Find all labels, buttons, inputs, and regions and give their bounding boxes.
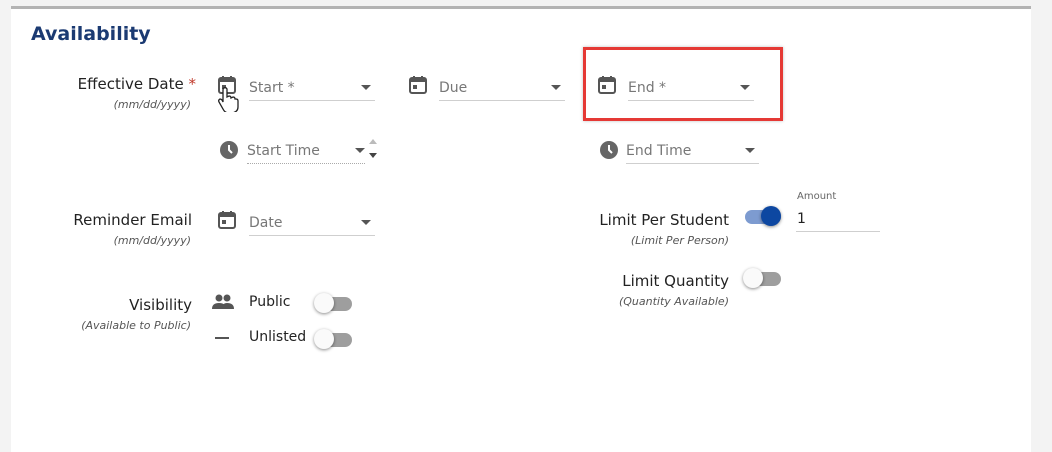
amount-input[interactable]: 1 [796, 208, 880, 232]
unlisted-toggle[interactable] [314, 329, 352, 349]
chevron-down-icon[interactable] [355, 148, 365, 153]
availability-panel: Availability Effective Date * (mm/dd/yyy… [11, 6, 1031, 452]
public-toggle[interactable] [314, 293, 352, 313]
calendar-icon[interactable] [408, 75, 428, 99]
amount-label: Amount [797, 191, 837, 202]
section-title: Availability [31, 23, 151, 45]
effective-date-format-hint: (mm/dd/yyyy) [113, 98, 191, 111]
limit-quantity-hint: (Quantity Available) [618, 295, 729, 308]
amount-value: 1 [797, 211, 806, 227]
limit-quantity-toggle[interactable] [743, 268, 781, 288]
end-time-field[interactable]: End Time [626, 140, 759, 164]
highlight-box [583, 47, 783, 121]
visibility-public-label: Public [249, 294, 291, 310]
clock-icon [599, 140, 619, 164]
effective-date-label: Effective Date * [78, 75, 196, 93]
visibility-hint: (Available to Public) [81, 319, 191, 332]
limit-quantity-label: Limit Quantity [622, 272, 729, 290]
start-time-field[interactable]: Start Time [247, 140, 365, 164]
reminder-email-format-hint: (mm/dd/yyyy) [113, 234, 191, 247]
end-time-placeholder: End Time [626, 143, 692, 159]
toggle-knob [314, 329, 334, 349]
people-icon [211, 294, 235, 314]
toggle-knob [761, 206, 781, 226]
calendar-icon[interactable] [217, 210, 237, 234]
dash-icon [215, 337, 229, 339]
effective-date-label-text: Effective Date [77, 75, 184, 93]
toggle-knob [743, 268, 763, 288]
due-date-placeholder: Due [439, 80, 468, 96]
hand-cursor-icon [217, 86, 239, 116]
clock-icon [219, 140, 239, 164]
reminder-email-label: Reminder Email [73, 211, 192, 229]
toggle-knob [314, 293, 334, 313]
required-mark: * [188, 75, 197, 93]
visibility-label: Visibility [129, 296, 192, 314]
chevron-down-icon[interactable] [361, 85, 371, 90]
limit-per-student-hint: (Limit Per Person) [630, 234, 729, 247]
chevron-down-icon[interactable] [745, 148, 755, 153]
reminder-date-placeholder: Date [249, 215, 283, 231]
due-date-field[interactable]: Due [439, 77, 565, 101]
chevron-down-icon[interactable] [551, 85, 561, 90]
visibility-unlisted-label: Unlisted [249, 329, 307, 345]
time-spinner[interactable] [367, 135, 379, 165]
reminder-date-field[interactable]: Date [249, 212, 375, 236]
limit-per-student-label: Limit Per Student [599, 211, 729, 229]
start-time-placeholder: Start Time [247, 143, 320, 159]
chevron-down-icon[interactable] [361, 220, 371, 225]
start-date-field[interactable]: Start * [249, 77, 375, 101]
limit-per-student-toggle[interactable] [745, 206, 781, 226]
start-date-placeholder: Start * [249, 80, 295, 96]
